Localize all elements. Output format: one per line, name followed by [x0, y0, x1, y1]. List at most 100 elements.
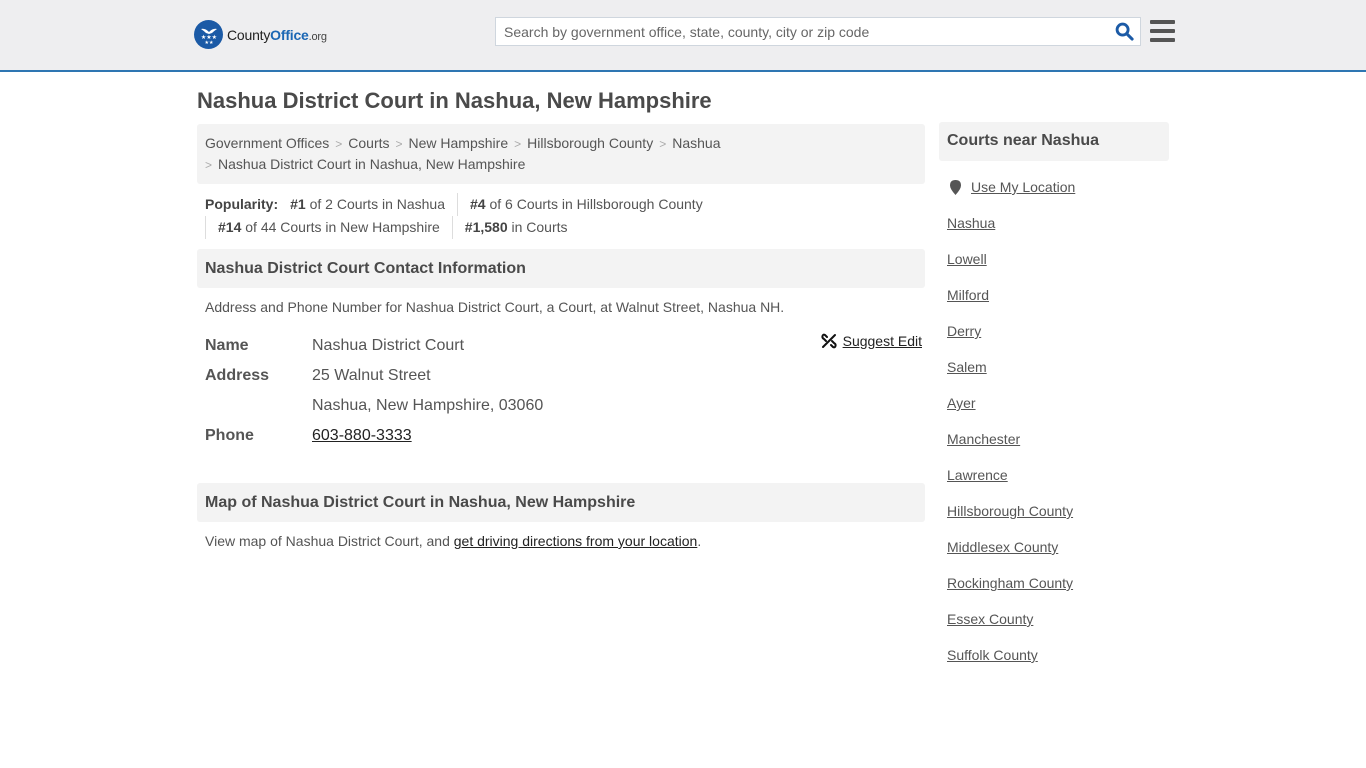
- list-item: Rockingham County: [947, 574, 1161, 610]
- list-item: Manchester: [947, 430, 1161, 466]
- name-value: Nashua District Court: [312, 337, 465, 354]
- breadcrumb-separator: >: [205, 158, 213, 172]
- sidebar-header: Courts near Nashua: [939, 122, 1169, 161]
- name-row: Name Nashua District Court: [205, 331, 917, 361]
- list-item: Suffolk County: [947, 646, 1161, 682]
- popularity-row: Popularity: #1 of 2 Courts in Nashua #4 …: [205, 193, 925, 216]
- hamburger-menu-icon[interactable]: [1150, 20, 1175, 42]
- search-box: [495, 17, 1141, 46]
- address-label: Address: [205, 367, 270, 384]
- popularity-rank: #14: [218, 219, 242, 235]
- sidebar-link-nashua[interactable]: Nashua: [947, 215, 995, 231]
- map-section-header: Map of Nashua District Court in Nashua, …: [197, 483, 925, 522]
- breadcrumb-separator: >: [335, 137, 343, 151]
- suggest-edit[interactable]: Suggest Edit: [821, 333, 922, 349]
- popularity-item: #1 of 2 Courts in Nashua: [290, 193, 457, 216]
- contact-description: Address and Phone Number for Nashua Dist…: [205, 299, 785, 315]
- popularity-rank: #4: [470, 196, 486, 212]
- breadcrumb-separator: >: [395, 137, 403, 151]
- sidebar-link-manchester[interactable]: Manchester: [947, 431, 1020, 447]
- popularity-label: Popularity:: [205, 196, 279, 212]
- phone-value: 603-880-3333: [312, 421, 412, 451]
- contact-section-header: Nashua District Court Contact Informatio…: [197, 249, 925, 288]
- sidebar-link-salem[interactable]: Salem: [947, 359, 987, 375]
- popularity-item: #4 of 6 Courts in Hillsborough County: [457, 193, 715, 216]
- use-my-location[interactable]: Use My Location: [947, 178, 1161, 214]
- popularity-item: #14 of 44 Courts in New Hampshire: [205, 216, 452, 239]
- popularity-text: in Courts: [507, 219, 568, 235]
- name-label: Name: [205, 337, 249, 354]
- use-my-location-link[interactable]: Use My Location: [971, 178, 1075, 196]
- logo-text: CountyOffice.org: [227, 27, 327, 43]
- list-item: Nashua: [947, 214, 1161, 250]
- address-label-spacer: [205, 391, 312, 421]
- breadcrumb-hillsborough-county[interactable]: Hillsborough County: [527, 135, 653, 151]
- map-description: View map of Nashua District Court, and g…: [197, 522, 925, 550]
- popularity-text: of 2 Courts in Nashua: [305, 196, 445, 212]
- search-input[interactable]: [496, 18, 1108, 45]
- menu-bar: [1150, 20, 1175, 24]
- sidebar: Courts near Nashua Use My Location Nashu…: [939, 122, 1169, 682]
- phone-label: Phone: [205, 427, 254, 444]
- breadcrumb: Government Offices > Courts > New Hampshire >…: [197, 124, 925, 184]
- logo-tld: .org: [308, 30, 327, 43]
- page-title: Nashua District Court in Nashua, New Ham…: [197, 88, 712, 113]
- popularity-row: #14 of 44 Courts in New Hampshire #1,580…: [205, 216, 925, 239]
- breadcrumb-courts[interactable]: Courts: [348, 135, 389, 151]
- breadcrumb-government-offices[interactable]: Government Offices: [205, 135, 329, 151]
- site-logo[interactable]: ★★★ ★★ CountyOffice.org: [194, 20, 327, 49]
- breadcrumb-nashua[interactable]: Nashua: [672, 135, 720, 151]
- address-line1: 25 Walnut Street: [312, 367, 431, 384]
- logo-office: Office: [270, 26, 309, 43]
- popularity-rank: #1,580: [464, 219, 508, 235]
- eagle-stars-logo-icon: ★★★ ★★: [194, 20, 223, 49]
- contact-info: Suggest Edit Name Nashua District Court …: [197, 316, 925, 451]
- sidebar-link-lawrence[interactable]: Lawrence: [947, 467, 1008, 483]
- list-item: Salem: [947, 358, 1161, 394]
- sidebar-link-suffolk-county[interactable]: Suffolk County: [947, 647, 1038, 663]
- sidebar-link-essex-county[interactable]: Essex County: [947, 611, 1033, 627]
- map-marker-icon: [950, 180, 961, 195]
- sidebar-link-middlesex-county[interactable]: Middlesex County: [947, 539, 1058, 555]
- popularity-text: of 6 Courts in Hillsborough County: [485, 196, 703, 212]
- list-item: Ayer: [947, 394, 1161, 430]
- breadcrumb-separator: >: [514, 137, 522, 151]
- map-text: View map of Nashua District Court, and: [205, 533, 454, 549]
- sidebar-link-rockingham-county[interactable]: Rockingham County: [947, 575, 1073, 591]
- breadcrumb-separator: >: [659, 137, 667, 151]
- popularity-rank: #1: [290, 196, 306, 212]
- map-text-end: .: [697, 533, 702, 549]
- popularity: Popularity: #1 of 2 Courts in Nashua #4 …: [197, 193, 925, 239]
- address-row-2: Nashua, New Hampshire, 03060: [205, 391, 917, 421]
- phone-link[interactable]: 603-880-3333: [312, 427, 412, 444]
- nearby-courts-list: Use My Location Nashua Lowell Milford De…: [939, 161, 1169, 682]
- sidebar-link-derry[interactable]: Derry: [947, 323, 981, 339]
- search-button[interactable]: [1108, 18, 1140, 45]
- sidebar-link-lowell[interactable]: Lowell: [947, 251, 987, 267]
- popularity-item: #1,580 in Courts: [451, 216, 580, 239]
- list-item: Hillsborough County: [947, 502, 1161, 538]
- popularity-text: of 44 Courts in New Hampshire: [241, 219, 440, 235]
- broken-link-icon: [821, 333, 837, 349]
- address-row: Address 25 Walnut Street: [205, 361, 917, 391]
- phone-row: Phone 603-880-3333: [205, 421, 917, 451]
- menu-bar: [1150, 38, 1175, 42]
- main-content: Government Offices > Courts > New Hampshire >…: [197, 124, 925, 550]
- list-item: Middlesex County: [947, 538, 1161, 574]
- suggest-edit-link[interactable]: Suggest Edit: [843, 333, 922, 349]
- search-icon: [1115, 22, 1134, 41]
- svg-text:★★: ★★: [204, 40, 213, 46]
- breadcrumb-new-hampshire[interactable]: New Hampshire: [409, 135, 509, 151]
- menu-bar: [1150, 29, 1175, 33]
- driving-directions-link[interactable]: get driving directions from your locatio…: [454, 533, 698, 549]
- sidebar-link-ayer[interactable]: Ayer: [947, 395, 976, 411]
- list-item: Derry: [947, 322, 1161, 358]
- list-item: Lawrence: [947, 466, 1161, 502]
- sidebar-link-hillsborough-county[interactable]: Hillsborough County: [947, 503, 1073, 519]
- list-item: Lowell: [947, 250, 1161, 286]
- address-line2: Nashua, New Hampshire, 03060: [312, 397, 544, 414]
- breadcrumb-current: Nashua District Court in Nashua, New Ham…: [218, 156, 526, 172]
- list-item: Essex County: [947, 610, 1161, 646]
- site-header: ★★★ ★★ CountyOffice.org: [0, 0, 1366, 72]
- sidebar-link-milford[interactable]: Milford: [947, 287, 989, 303]
